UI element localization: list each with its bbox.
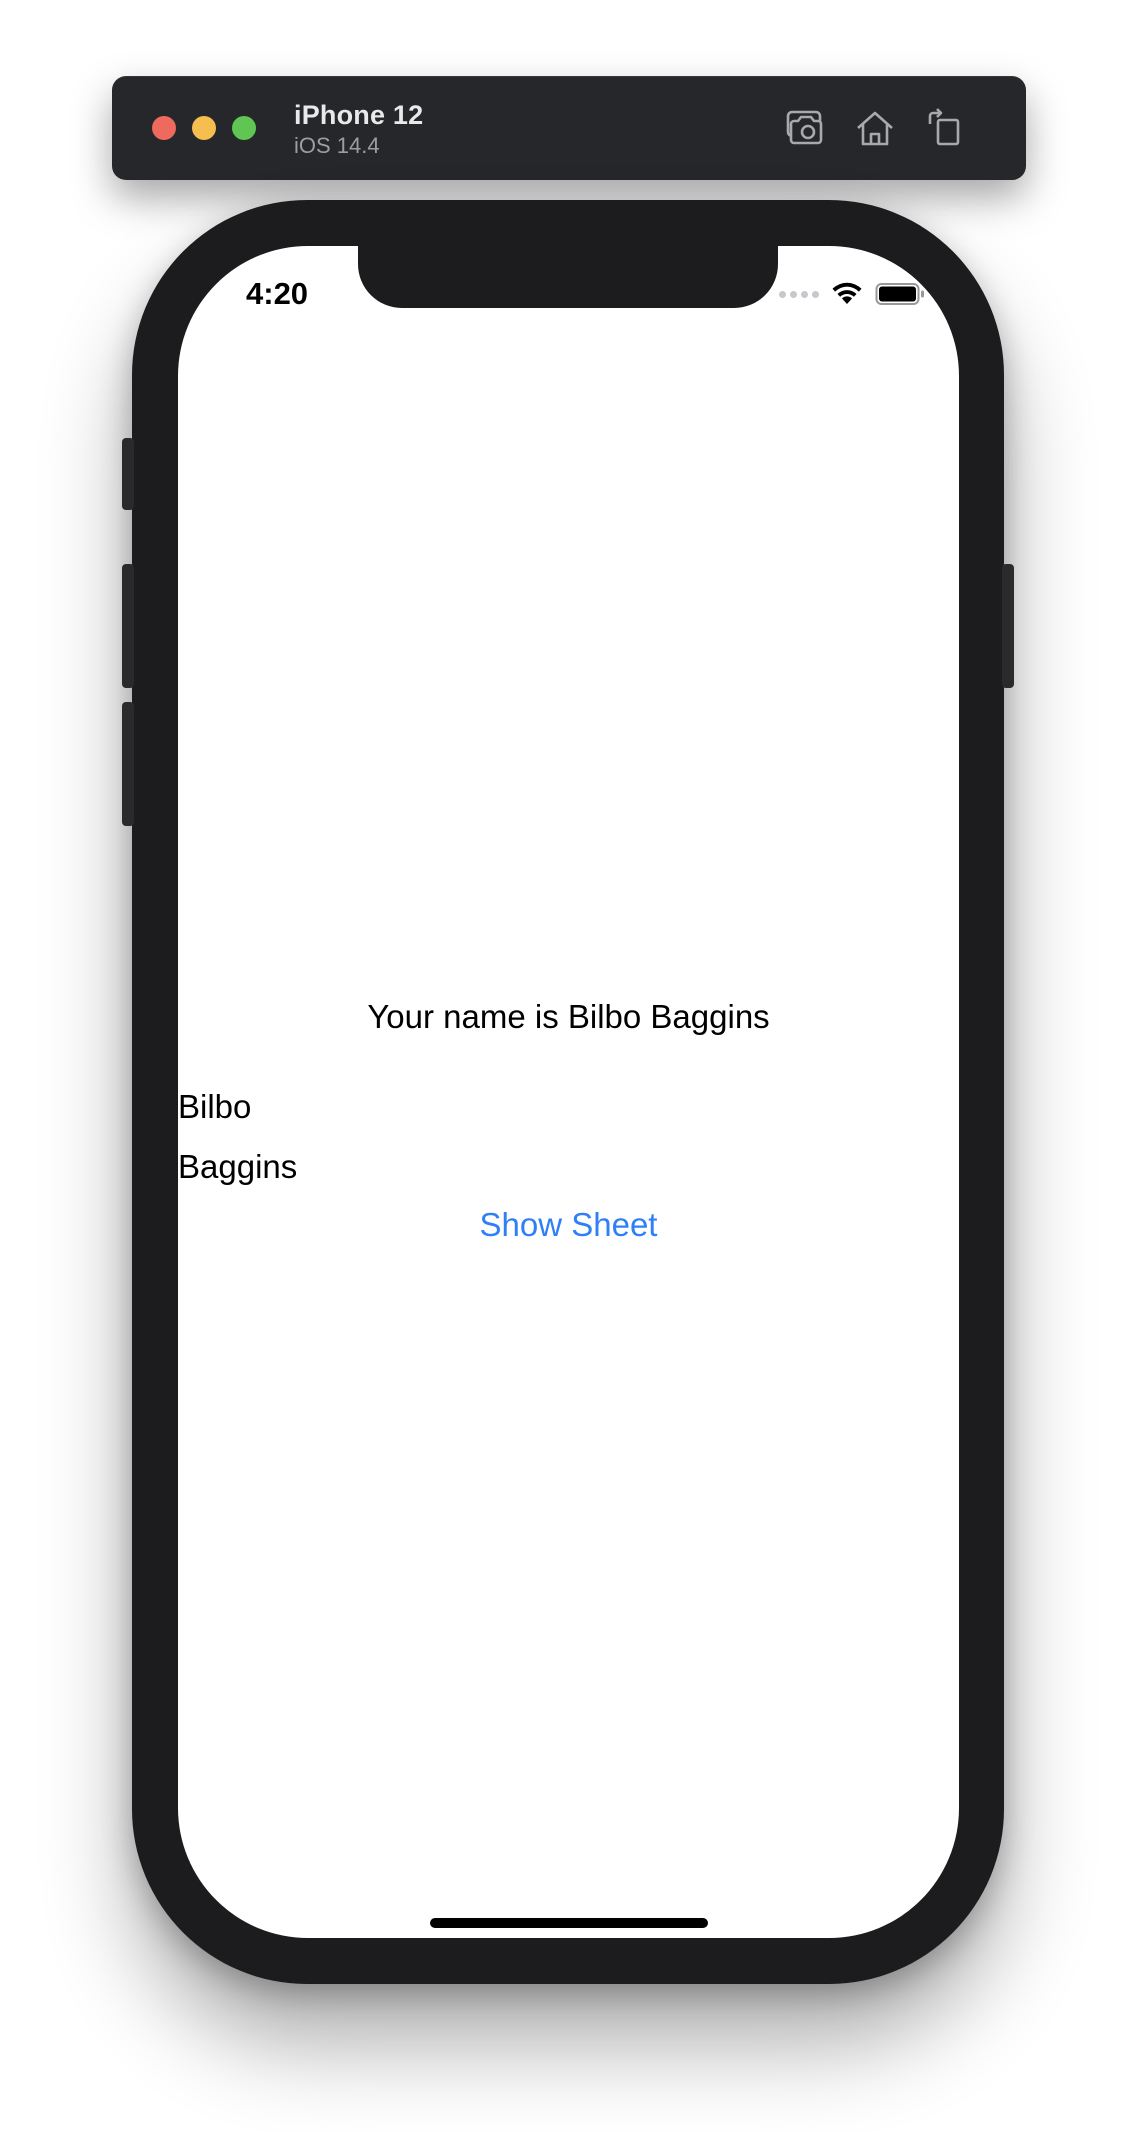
home-indicator[interactable] [430,1918,708,1928]
volume-up-button [122,564,134,688]
rotate-icon[interactable] [922,106,968,150]
status-time: 4:20 [246,276,309,311]
status-icons [779,282,925,306]
battery-icon [875,283,924,305]
volume-down-button [122,702,134,826]
close-window-button[interactable] [152,116,176,140]
simulator-toolbar: iPhone 12 iOS 14.4 [112,76,1026,180]
minimize-window-button[interactable] [192,116,216,140]
cellular-signal-icon [779,290,819,298]
last-name-field[interactable]: Baggins [178,1148,297,1186]
simulator-stage: iPhone 12 iOS 14.4 4:20 Your name is Bil… [0,0,1136,2132]
first-name-field[interactable]: Bilbo [178,1088,251,1126]
screenshot-icon[interactable] [784,106,830,150]
name-headline: Your name is Bilbo Baggins [367,998,770,1035]
os-version: iOS 14.4 [294,133,380,158]
mute-switch [122,438,134,510]
notch [358,246,778,308]
device-name: iPhone 12 [294,100,424,130]
wifi-icon [832,282,862,304]
show-sheet-button[interactable]: Show Sheet [178,1206,959,1244]
device-screen: 4:20 Your name is Bilbo Baggins Bilbo Ba… [178,246,959,1938]
power-button [1002,564,1014,688]
zoom-window-button[interactable] [232,116,256,140]
home-icon[interactable] [852,106,898,150]
